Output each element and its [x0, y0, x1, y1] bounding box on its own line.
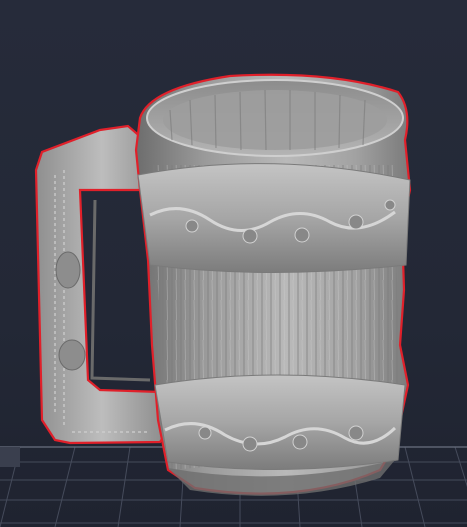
lower-band — [154, 374, 406, 470]
tankard-opening — [163, 90, 387, 150]
build-plate-corner — [0, 447, 20, 467]
viewport-scene — [0, 73, 467, 527]
3d-viewport[interactable] — [0, 0, 467, 527]
upper-band — [137, 163, 411, 273]
tankard-mug-icon[interactable] — [34, 73, 412, 496]
